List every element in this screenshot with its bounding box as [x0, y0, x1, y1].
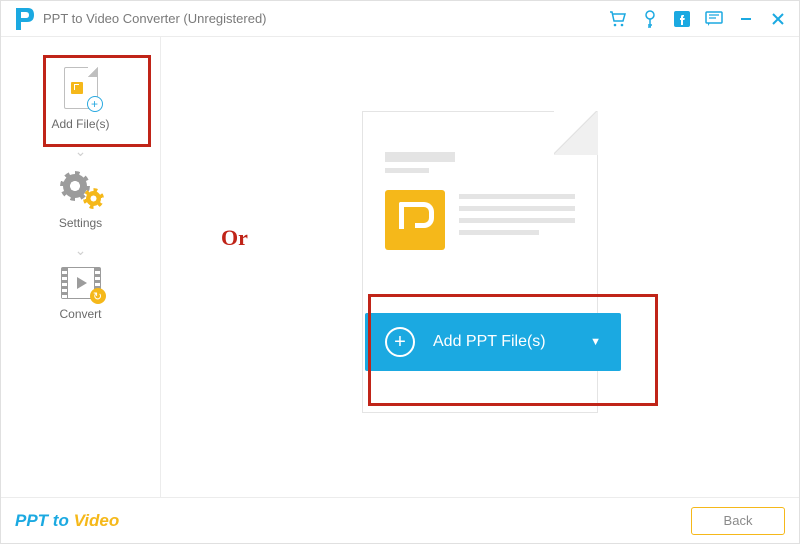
minimize-icon[interactable] — [737, 10, 755, 28]
window-title: PPT to Video Converter (Unregistered) — [43, 11, 601, 26]
close-icon[interactable] — [769, 10, 787, 28]
chevron-down-icon: ⌄ — [75, 143, 87, 160]
feedback-icon[interactable] — [705, 10, 723, 28]
sidebar-item-label: Settings — [59, 216, 102, 230]
caret-down-icon[interactable]: ▼ — [590, 336, 601, 348]
title-bar: PPT to Video Converter (Unregistered) — [1, 1, 799, 37]
sidebar-item-settings[interactable]: Settings — [1, 166, 160, 236]
app-logo-icon — [13, 8, 35, 30]
footer: PPT to Video Back — [1, 497, 799, 543]
sidebar: + Add File(s) ⌄ Settings ⌄ ↻ Convert — [1, 37, 161, 497]
plus-circle-icon: + — [385, 327, 415, 357]
facebook-icon[interactable] — [673, 10, 691, 28]
body-area: + Add File(s) ⌄ Settings ⌄ ↻ Convert Or — [1, 37, 799, 497]
sidebar-item-label: Convert — [59, 307, 101, 321]
sidebar-item-convert[interactable]: ↻ Convert — [1, 265, 160, 327]
add-file-icon: + — [64, 67, 98, 109]
annotation-or: Or — [221, 225, 248, 251]
sidebar-item-label: Add File(s) — [51, 117, 109, 131]
titlebar-actions — [609, 10, 787, 28]
add-ppt-button-label: Add PPT File(s) — [433, 333, 572, 351]
add-ppt-files-button[interactable]: + Add PPT File(s) ▼ — [365, 313, 621, 371]
key-icon[interactable] — [641, 10, 659, 28]
chevron-down-icon: ⌄ — [75, 242, 87, 259]
ppt-icon — [385, 190, 445, 250]
brand-label: PPT to Video — [15, 511, 119, 531]
convert-icon: ↻ — [61, 267, 101, 299]
settings-icon — [61, 168, 101, 208]
main-panel: Or + Add PPT File(s) ▼ — [161, 37, 799, 497]
sidebar-item-add-files[interactable]: + Add File(s) — [1, 65, 160, 137]
back-button[interactable]: Back — [691, 507, 785, 535]
cart-icon[interactable] — [609, 10, 627, 28]
